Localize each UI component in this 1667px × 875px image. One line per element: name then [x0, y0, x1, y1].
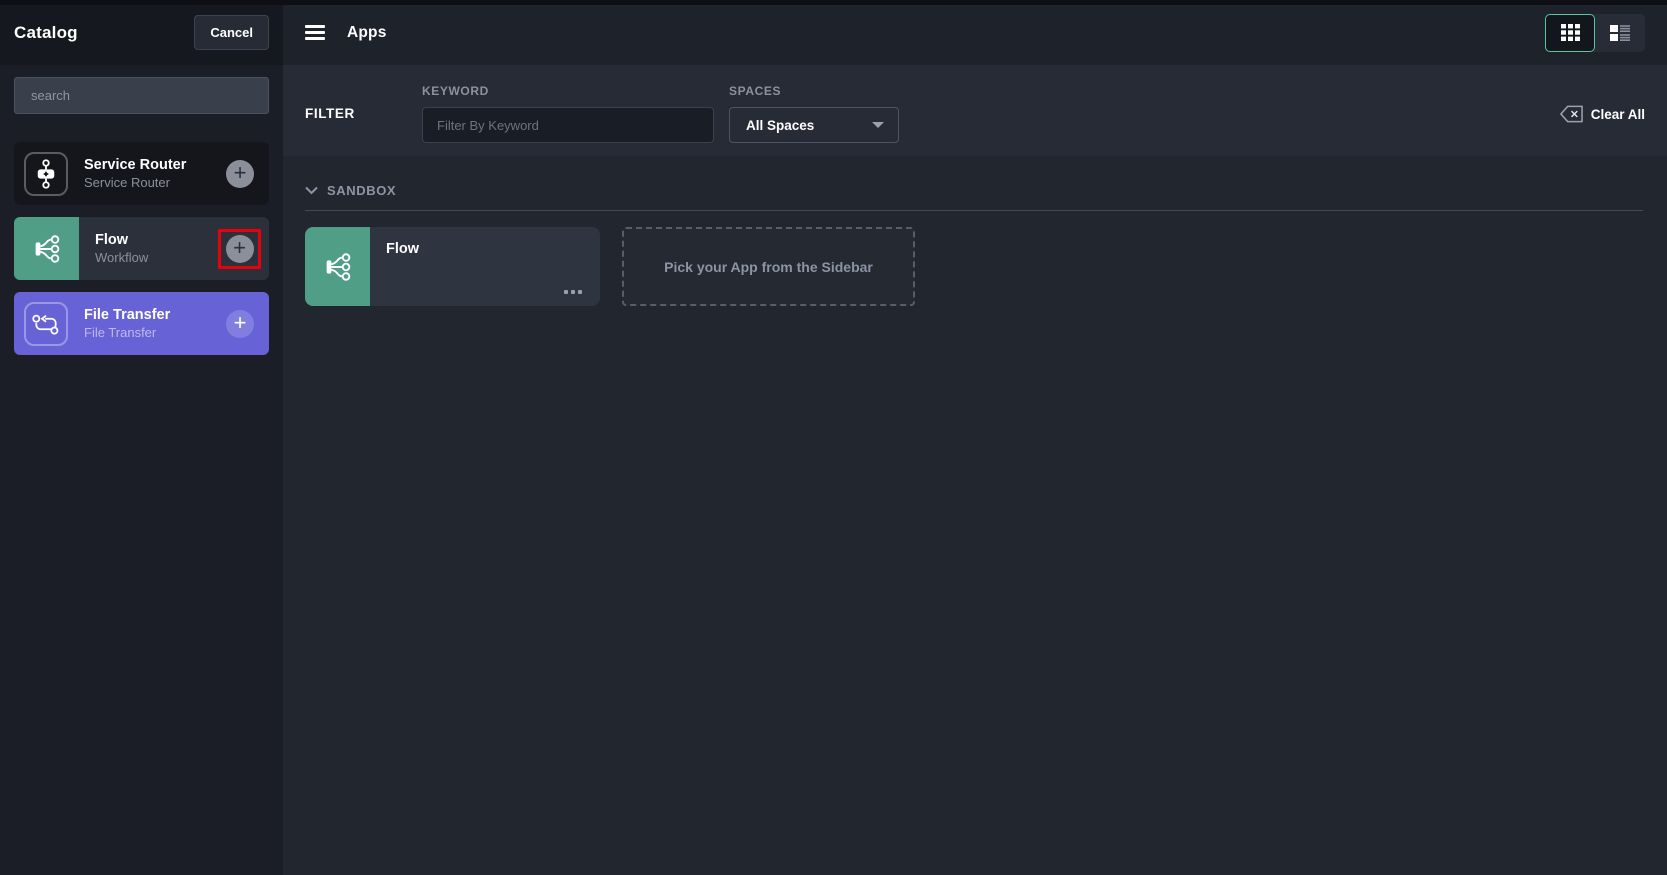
spaces-label: SPACES: [729, 84, 899, 98]
service-router-icon: [24, 152, 68, 196]
flow-app-card[interactable]: Flow: [305, 227, 600, 306]
search-input[interactable]: [15, 88, 268, 103]
keyword-input[interactable]: [422, 107, 714, 143]
clear-all-button[interactable]: Clear All: [1560, 65, 1645, 123]
add-flow-button[interactable]: +: [226, 235, 254, 263]
item-text: Service Router Service Router: [84, 157, 226, 190]
backspace-x-icon: [1560, 105, 1583, 123]
spaces-selected-value: All Spaces: [730, 118, 872, 133]
main-panel: Apps: [283, 0, 1667, 875]
chevron-down-icon: [305, 186, 318, 195]
keyword-field-group: KEYWORD: [422, 65, 714, 143]
card-title: Flow: [386, 241, 419, 306]
catalog-title: Catalog: [14, 23, 78, 43]
caret-down-icon: [872, 122, 884, 128]
placeholder-text: Pick your App from the Sidebar: [664, 259, 873, 275]
clear-all-label: Clear All: [1591, 107, 1645, 122]
filter-label: FILTER: [305, 65, 422, 121]
list-view-icon: [1610, 24, 1630, 42]
topbar: Apps: [283, 0, 1667, 65]
grid-view-button[interactable]: [1545, 14, 1595, 52]
add-file-transfer-button[interactable]: +: [226, 310, 254, 338]
red-highlight-box: +: [218, 229, 261, 269]
apps-content: SANDBOX Flow: [283, 156, 1667, 875]
section-divider: [305, 210, 1643, 211]
window-top-edge: [0, 0, 1667, 5]
cards-row: Flow Pick your App from the Sidebar: [305, 227, 1645, 306]
spaces-dropdown[interactable]: All Spaces: [729, 107, 899, 143]
app-template-list: Service Router Service Router + Flow: [0, 142, 283, 355]
sidebar-header: Catalog Cancel: [0, 0, 283, 65]
item-subtitle: Service Router: [84, 175, 226, 190]
item-subtitle: File Transfer: [84, 325, 226, 340]
flow-icon: [305, 227, 370, 306]
grid-view-icon: [1561, 24, 1580, 41]
spaces-field-group: SPACES All Spaces: [729, 65, 899, 143]
item-title: Service Router: [84, 157, 226, 173]
sandbox-section-header[interactable]: SANDBOX: [305, 183, 396, 198]
menu-icon[interactable]: [305, 25, 325, 40]
list-view-button[interactable]: [1595, 14, 1645, 52]
add-service-router-button[interactable]: +: [226, 160, 254, 188]
item-title: File Transfer: [84, 307, 226, 323]
keyword-label: KEYWORD: [422, 84, 714, 98]
sidebar-item-flow[interactable]: Flow Workflow +: [14, 217, 269, 280]
cancel-button[interactable]: Cancel: [194, 15, 269, 50]
view-toggle-group: [1545, 14, 1645, 52]
file-transfer-icon: [24, 302, 68, 346]
sandbox-section-label: SANDBOX: [327, 183, 396, 198]
flow-icon: [14, 217, 79, 280]
card-menu-ellipsis-icon[interactable]: [560, 286, 586, 298]
app-drop-placeholder: Pick your App from the Sidebar: [622, 227, 915, 306]
catalog-sidebar: Catalog Cancel Service Router Serv: [0, 0, 283, 875]
item-text: File Transfer File Transfer: [84, 307, 226, 340]
page-title: Apps: [347, 24, 387, 42]
sidebar-item-service-router[interactable]: Service Router Service Router +: [14, 142, 269, 205]
sidebar-search[interactable]: [14, 77, 269, 114]
filter-bar: FILTER KEYWORD SPACES All Spaces Clear A…: [283, 65, 1667, 156]
sidebar-item-file-transfer[interactable]: File Transfer File Transfer +: [14, 292, 269, 355]
